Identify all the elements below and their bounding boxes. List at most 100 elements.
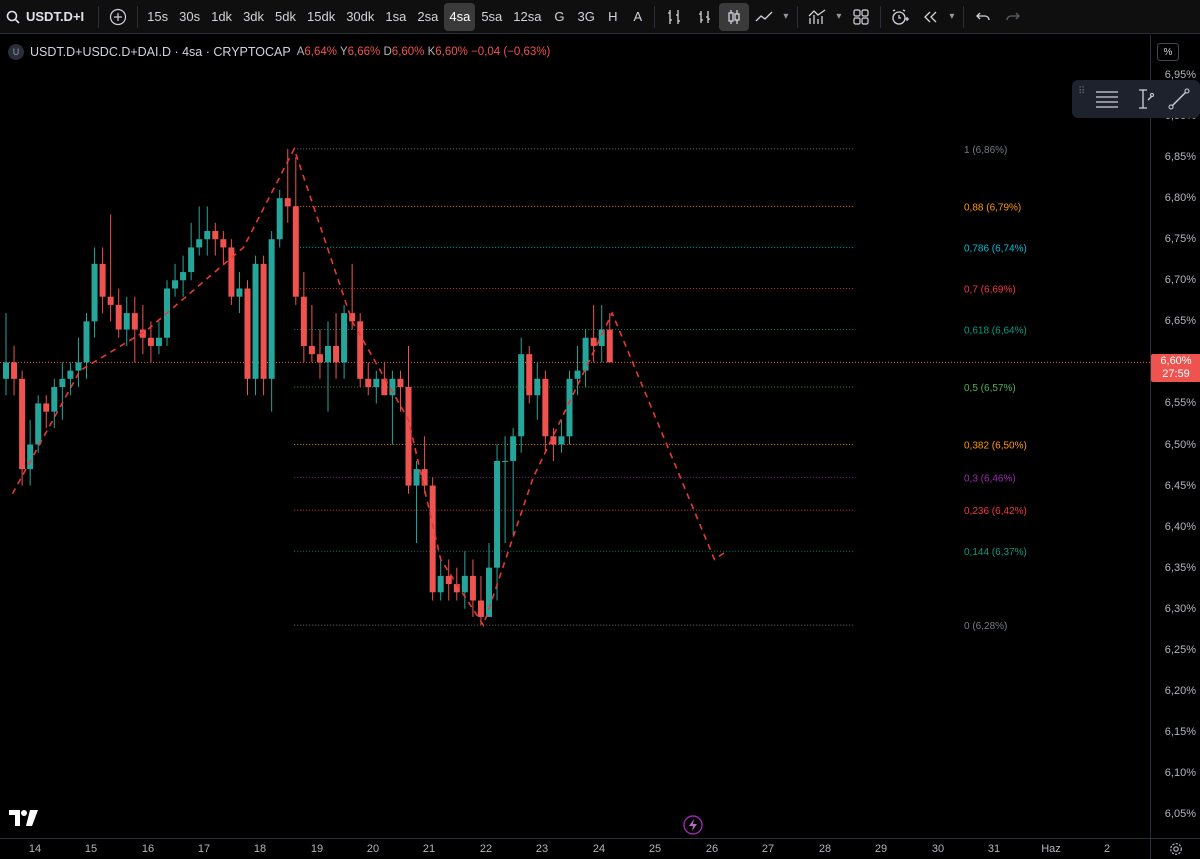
price-label: 6,15% [1164, 725, 1196, 738]
time-label: 17 [197, 843, 211, 855]
candle-body [212, 231, 219, 240]
rewind-icon [923, 11, 937, 22]
price-axis[interactable]: % 6,95%6,90%6,85%6,80%6,75%6,70%6,65%6,6… [1150, 35, 1200, 838]
interval-button[interactable]: 15s [142, 3, 173, 31]
candle-body [131, 313, 138, 330]
candle-body [397, 378, 404, 388]
interval-button[interactable]: H [601, 3, 625, 31]
interval-button[interactable]: 2sa [412, 3, 443, 31]
price-range-tool[interactable] [1128, 84, 1158, 114]
high-key: Y [340, 46, 348, 58]
candle-body [35, 403, 42, 445]
interval-button[interactable]: 5sa [476, 3, 507, 31]
tradingview-logo[interactable] [8, 808, 40, 828]
redo-button[interactable] [998, 3, 1028, 31]
candles-style-button[interactable] [718, 2, 749, 31]
fib-retracement-tool[interactable] [1092, 84, 1122, 114]
compare-symbol-button[interactable] [103, 3, 133, 31]
candle-body [75, 362, 82, 371]
time-label: 20 [366, 843, 380, 855]
candle-body [51, 387, 58, 412]
chart-pane[interactable]: 1 (6,86%) 0,88 (6,79%) 0,786 (6,74%) 0,7 (6… [0, 35, 1150, 838]
current-price: 6,60% [1160, 355, 1192, 368]
interval-button[interactable]: A [626, 3, 650, 31]
percent-scale-button[interactable]: % [1157, 43, 1179, 61]
candle-body [236, 288, 243, 297]
time-label: 14 [28, 843, 42, 855]
candle-body [83, 321, 90, 363]
candle-body [341, 313, 348, 363]
divider [137, 5, 139, 28]
fib-level-label: 0,7 (6,69%) [964, 284, 1016, 295]
interval-button[interactable]: G [547, 3, 571, 31]
indicators-button[interactable] [802, 3, 832, 31]
undo-button[interactable] [968, 3, 998, 31]
drag-handle-icon[interactable]: ⠿ [1078, 87, 1086, 109]
lightning-button[interactable] [683, 815, 703, 835]
chart-type-dropdown[interactable]: ▾ [779, 3, 793, 31]
fib-level-label: 0,88 (6,79%) [964, 202, 1021, 213]
top-toolbar: USDT.D+I 15s 30s 1dk 3dk 5dk 15dk 30dk 1sa 2sa 4s… [0, 0, 1200, 34]
search-icon [6, 10, 20, 24]
interval-button[interactable]: 30s [174, 3, 205, 31]
candle-body [526, 354, 533, 396]
bar-chart-icon [667, 9, 680, 24]
replay-button[interactable] [915, 3, 945, 31]
interval-button[interactable]: 3dk [238, 3, 269, 31]
time-label: 29 [874, 843, 888, 855]
candle-body [300, 296, 307, 346]
current-price-tag: 6,60% 27:59 [1151, 354, 1200, 383]
candle-body [590, 337, 597, 346]
interval-button[interactable]: 15dk [302, 3, 340, 31]
interval-button[interactable]: 3G [572, 3, 599, 31]
candle-body [91, 263, 98, 322]
lightning-icon [683, 815, 703, 835]
grid-icon [853, 8, 869, 25]
interval-button[interactable]: 12sa [508, 3, 546, 31]
candle-body [276, 198, 283, 240]
time-label: 28 [818, 843, 832, 855]
chart-settings-button[interactable] [1150, 838, 1200, 859]
time-label: Haz [1041, 843, 1061, 855]
fib-level-label: 0,5 (6,57%) [964, 383, 1016, 394]
interval-button[interactable]: 1sa [380, 3, 411, 31]
layouts-button[interactable] [846, 3, 876, 31]
candle-body [196, 239, 203, 248]
time-label: 22 [479, 843, 493, 855]
interval-button[interactable]: 1dk [206, 3, 237, 31]
interval-button[interactable]: 4sa [444, 2, 476, 31]
trend-line-tool[interactable] [1164, 84, 1194, 114]
alert-button[interactable] [885, 3, 915, 31]
price-label: 6,65% [1164, 315, 1196, 328]
price-label: 6,45% [1164, 479, 1196, 492]
divider [796, 5, 798, 28]
fib-level-label: 0 (6,28%) [964, 621, 1007, 632]
time-axis[interactable]: 14 15 16 17 18 19 20 21 22 23 24 25 26 27 28 29 30 31 Haz 2 [0, 838, 1150, 859]
interval-button[interactable]: 5dk [270, 3, 301, 31]
indicators-icon [808, 8, 826, 24]
chart-canvas[interactable]: 1 (6,86%) 0,88 (6,79%) 0,786 (6,74%) 0,7 (6… [0, 35, 1150, 838]
interval-button[interactable]: 30dk [341, 3, 379, 31]
divider [98, 5, 100, 28]
replay-dropdown[interactable]: ▾ [945, 3, 959, 31]
candle-body [365, 378, 372, 388]
time-label: 25 [648, 843, 662, 855]
price-label: 6,10% [1164, 766, 1196, 779]
line-style-button[interactable] [749, 3, 779, 31]
candle-body [115, 304, 122, 330]
symbol-legend: U USDT.D+USDC.D+DAI.D · 4sa · CRYPTOCAP … [8, 42, 550, 62]
price-label: 6,80% [1164, 192, 1196, 205]
candle-body [469, 575, 476, 601]
indicators-dropdown[interactable]: ▾ [832, 3, 846, 31]
legend-ohlc: A6,64% Y6,66% D6,60% K6,60% −0,04 (−0,63… [297, 46, 551, 58]
candle-body [461, 575, 468, 593]
legend-title[interactable]: USDT.D+USDC.D+DAI.D · 4sa · CRYPTOCAP [30, 45, 291, 59]
fib-level-label: 0,236 (6,42%) [964, 506, 1027, 517]
fib-level-label: 1 (6,86%) [964, 145, 1007, 156]
hlc-bars-button[interactable] [689, 3, 719, 31]
bars-style-button[interactable] [659, 3, 689, 31]
undo-icon [975, 12, 990, 20]
symbol-search[interactable]: USDT.D+I [0, 0, 94, 34]
candle-body [252, 263, 259, 379]
price-label: 6,55% [1164, 397, 1196, 410]
